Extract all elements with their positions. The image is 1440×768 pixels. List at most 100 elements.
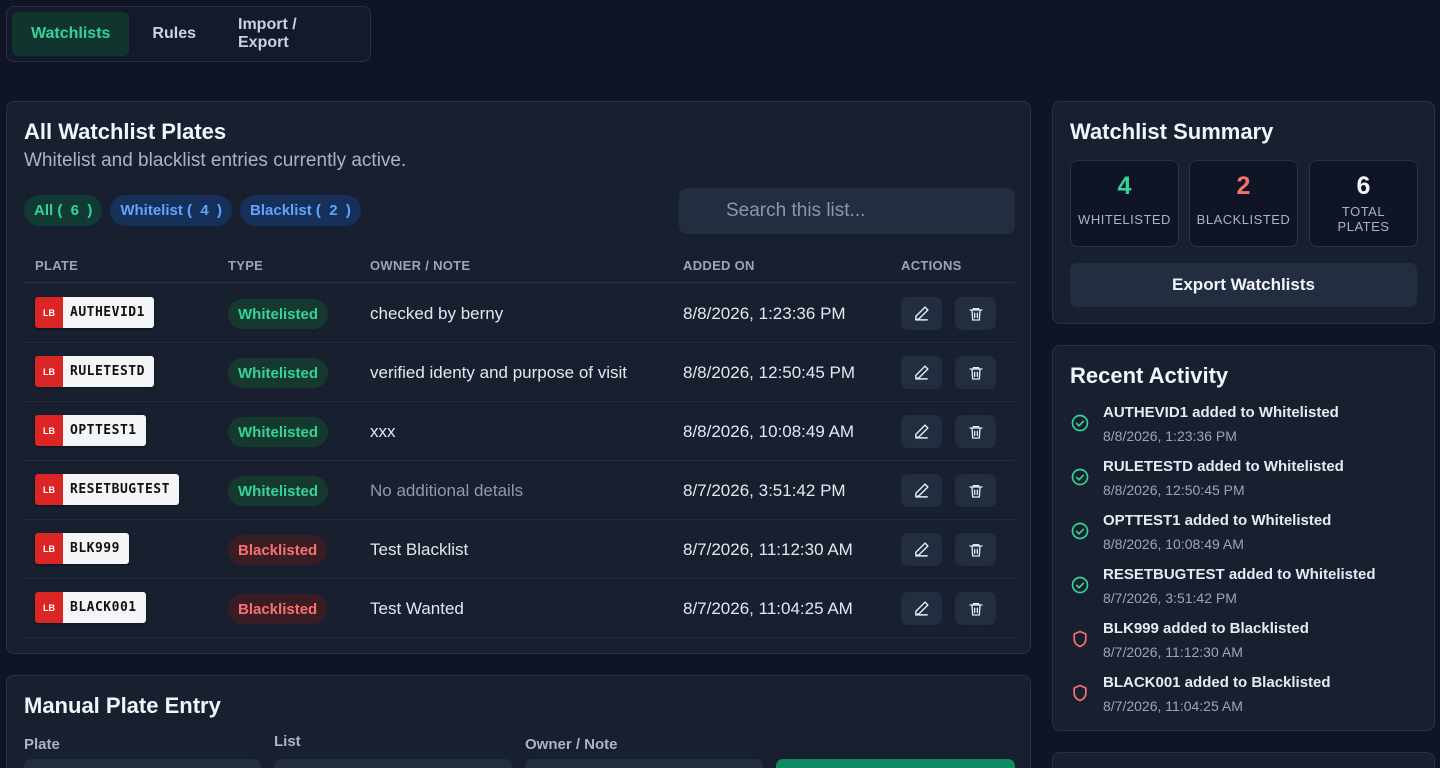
manual-entry-panel: Manual Plate Entry Plate List Owner / No… bbox=[6, 675, 1031, 768]
column-header-type: TYPE bbox=[228, 258, 264, 273]
filter-whitelist-chip[interactable]: Whitelist ( 4 ) bbox=[110, 195, 233, 226]
owner-note: verified identy and purpose of visit bbox=[370, 363, 628, 382]
activity-item: OPTTEST1 added to Whitelisted 8/8/2026, … bbox=[1070, 509, 1420, 559]
watchlist-plates-panel: All Watchlist Plates Whitelist and black… bbox=[6, 101, 1031, 654]
plate-region-tag: LB bbox=[35, 474, 63, 505]
list-select[interactable] bbox=[274, 759, 512, 768]
search-input[interactable] bbox=[679, 188, 1015, 234]
shield-icon bbox=[1070, 629, 1090, 649]
edit-button[interactable] bbox=[901, 415, 942, 448]
edit-button[interactable] bbox=[901, 592, 942, 625]
plate-number: BLACK001 bbox=[63, 592, 146, 623]
activity-time: 8/7/2026, 11:04:25 AM bbox=[1103, 698, 1243, 714]
activity-time: 8/7/2026, 11:12:30 AM bbox=[1103, 644, 1243, 660]
plate-number: AUTHEVID1 bbox=[63, 297, 154, 328]
check-circle-icon bbox=[1070, 575, 1090, 595]
type-badge: Whitelisted bbox=[228, 476, 329, 506]
activity-text: BLK999 added to Blacklisted bbox=[1103, 620, 1309, 637]
filter-all-chip[interactable]: All ( 6 ) bbox=[24, 195, 103, 226]
table-row: LB RESETBUGTEST Whitelisted No additiona… bbox=[24, 461, 1015, 520]
panel-title: All Watchlist Plates bbox=[24, 119, 227, 144]
delete-button[interactable] bbox=[955, 415, 996, 448]
delete-button[interactable] bbox=[955, 592, 996, 625]
plate-region-tag: LB bbox=[35, 356, 63, 387]
list-field-label: List bbox=[274, 733, 301, 750]
delete-button[interactable] bbox=[955, 356, 996, 389]
trash-icon bbox=[968, 542, 984, 558]
license-plate: LB RESETBUGTEST bbox=[35, 474, 179, 505]
edit-button[interactable] bbox=[901, 297, 942, 330]
tab-rules[interactable]: Rules bbox=[133, 12, 215, 56]
column-header-actions: ACTIONS bbox=[901, 258, 962, 273]
activity-time: 8/8/2026, 10:08:49 AM bbox=[1103, 536, 1244, 552]
activity-item: AUTHEVID1 added to Whitelisted 8/8/2026,… bbox=[1070, 401, 1420, 451]
whitelisted-count: 4 bbox=[1117, 172, 1132, 200]
type-badge: Whitelisted bbox=[228, 417, 329, 447]
type-badge: Blacklisted bbox=[228, 594, 328, 624]
added-on: 8/7/2026, 11:12:30 AM bbox=[683, 540, 853, 559]
plate-number: RESETBUGTEST bbox=[63, 474, 179, 505]
filter-blacklist-chip[interactable]: Blacklist ( 2 ) bbox=[240, 195, 361, 226]
delete-button[interactable] bbox=[955, 297, 996, 330]
recent-activity-panel: Recent Activity AUTHEVID1 added to White… bbox=[1052, 345, 1435, 731]
table-row: LB RULETESTD Whitelisted verified identy… bbox=[24, 343, 1015, 402]
activity-item: BLK999 added to Blacklisted 8/7/2026, 11… bbox=[1070, 617, 1420, 667]
type-badge: Blacklisted bbox=[228, 535, 328, 565]
plate-field-label: Plate bbox=[24, 736, 60, 753]
whitelisted-stat-card: 4 WHITELISTED bbox=[1070, 160, 1179, 247]
top-tabs: Watchlists Rules Import / Export bbox=[6, 6, 371, 62]
license-plate: LB BLACK001 bbox=[35, 592, 146, 623]
total-plates-count: 6 bbox=[1356, 172, 1371, 200]
activity-time: 8/8/2026, 12:50:45 PM bbox=[1103, 482, 1245, 498]
plate-number: OPTTEST1 bbox=[63, 415, 146, 446]
activity-item: RULETESTD added to Whitelisted 8/8/2026,… bbox=[1070, 455, 1420, 505]
pencil-icon bbox=[913, 423, 930, 440]
edit-button[interactable] bbox=[901, 356, 942, 389]
column-header-added-on: ADDED ON bbox=[683, 258, 755, 273]
tab-import-export[interactable]: Import / Export bbox=[219, 12, 365, 56]
owner-note: Test Wanted bbox=[370, 599, 464, 618]
column-header-plate: PLATE bbox=[35, 258, 79, 273]
license-plate: LB RULETESTD bbox=[35, 356, 154, 387]
blacklisted-count: 2 bbox=[1236, 172, 1251, 200]
license-plate: LB OPTTEST1 bbox=[35, 415, 146, 446]
owner-note: Test Blacklist bbox=[370, 540, 469, 559]
total-plates-label: TOTAL PLATES bbox=[1337, 204, 1390, 234]
trash-icon bbox=[968, 365, 984, 381]
table-header-divider bbox=[24, 282, 1015, 283]
watchlist-summary-panel: Watchlist Summary 4 WHITELISTED 2 BLACKL… bbox=[1052, 101, 1435, 324]
recent-activity-title: Recent Activity bbox=[1070, 363, 1229, 388]
plate-region-tag: LB bbox=[35, 533, 63, 564]
activity-text: OPTTEST1 added to Whitelisted bbox=[1103, 512, 1332, 529]
plate-region-tag: LB bbox=[35, 297, 63, 328]
owner-note: checked by berny bbox=[370, 304, 504, 323]
edit-button[interactable] bbox=[901, 533, 942, 566]
secondary-panel bbox=[1052, 752, 1435, 768]
added-on: 8/7/2026, 3:51:42 PM bbox=[683, 481, 846, 500]
added-on: 8/8/2026, 1:23:36 PM bbox=[683, 304, 846, 323]
tab-watchlists[interactable]: Watchlists bbox=[12, 12, 130, 56]
plate-region-tag: LB bbox=[35, 592, 63, 623]
added-on: 8/8/2026, 10:08:49 AM bbox=[683, 422, 855, 441]
table-row: LB OPTTEST1 Whitelisted xxx 8/8/2026, 10… bbox=[24, 402, 1015, 461]
pencil-icon bbox=[913, 600, 930, 617]
activity-item: BLACK001 added to Blacklisted 8/7/2026, … bbox=[1070, 671, 1420, 721]
owner-note-input[interactable] bbox=[525, 759, 763, 768]
check-circle-icon bbox=[1070, 467, 1090, 487]
panel-subtitle: Whitelist and blacklist entries currentl… bbox=[24, 150, 407, 171]
trash-icon bbox=[968, 483, 984, 499]
added-on: 8/8/2026, 12:50:45 PM bbox=[683, 363, 856, 382]
plate-input[interactable] bbox=[24, 759, 261, 768]
delete-button[interactable] bbox=[955, 533, 996, 566]
activity-time: 8/8/2026, 1:23:36 PM bbox=[1103, 428, 1237, 444]
table-row: LB BLACK001 Blacklisted Test Wanted 8/7/… bbox=[24, 579, 1015, 638]
edit-button[interactable] bbox=[901, 474, 942, 507]
export-watchlists-button[interactable]: Export Watchlists bbox=[1070, 263, 1417, 307]
plate-region-tag: LB bbox=[35, 415, 63, 446]
whitelisted-label: WHITELISTED bbox=[1078, 212, 1171, 227]
activity-text: AUTHEVID1 added to Whitelisted bbox=[1103, 404, 1339, 421]
add-plate-button[interactable] bbox=[776, 759, 1015, 768]
trash-icon bbox=[968, 424, 984, 440]
delete-button[interactable] bbox=[955, 474, 996, 507]
activity-time: 8/7/2026, 3:51:42 PM bbox=[1103, 590, 1237, 606]
